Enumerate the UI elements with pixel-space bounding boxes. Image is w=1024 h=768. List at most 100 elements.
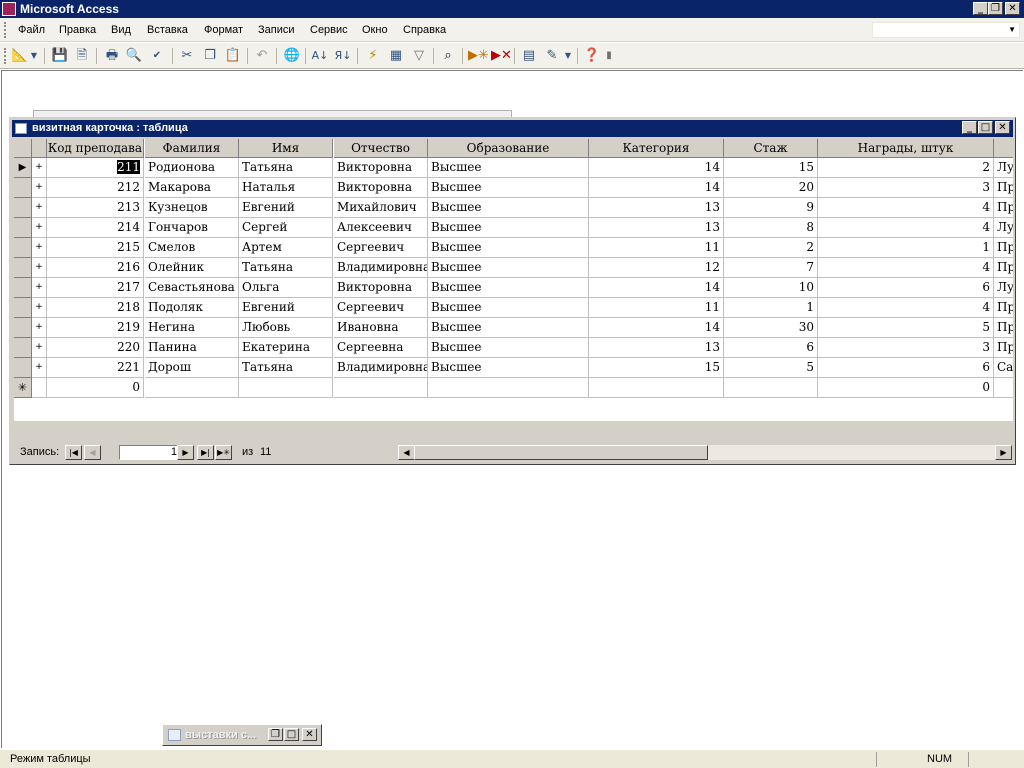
- cell-patronymic[interactable]: Сергеевич: [334, 298, 428, 318]
- record-selector[interactable]: [14, 178, 32, 198]
- cell-education[interactable]: Высшее: [428, 158, 589, 178]
- expand-row-icon[interactable]: +: [32, 238, 47, 258]
- record-selector[interactable]: [14, 298, 32, 318]
- new-row-cell-education[interactable]: [428, 378, 589, 398]
- cell-code[interactable]: 221: [47, 358, 144, 378]
- first-record-button[interactable]: |◀: [65, 445, 82, 460]
- menu-view[interactable]: Вид: [111, 24, 131, 37]
- menu-window[interactable]: Окно: [362, 24, 388, 37]
- menu-edit[interactable]: Правка: [59, 24, 96, 37]
- access-app-icon[interactable]: [2, 2, 16, 16]
- cell-education[interactable]: Высшее: [428, 218, 589, 238]
- cell-education[interactable]: Высшее: [428, 298, 589, 318]
- cell-education[interactable]: Высшее: [428, 278, 589, 298]
- new-row-cell-experience[interactable]: [724, 378, 818, 398]
- toolbar-grip[interactable]: [4, 48, 9, 64]
- record-selector[interactable]: [14, 258, 32, 278]
- cell-awards[interactable]: 1: [818, 238, 994, 258]
- cell-name[interactable]: Сергей: [239, 218, 333, 238]
- expand-row-icon[interactable]: +: [32, 278, 47, 298]
- restore-window-button[interactable]: ❐: [268, 728, 283, 741]
- cell-code[interactable]: 215: [47, 238, 144, 258]
- apply-filter-icon[interactable]: ▽: [410, 47, 428, 65]
- column-header-education[interactable]: Образование: [428, 139, 589, 158]
- cell-category[interactable]: 13: [589, 218, 724, 238]
- cell-extra[interactable]: Пр: [994, 178, 1013, 198]
- cell-category[interactable]: 14: [589, 178, 724, 198]
- cell-experience[interactable]: 30: [724, 318, 818, 338]
- cell-category[interactable]: 14: [589, 158, 724, 178]
- cell-experience[interactable]: 15: [724, 158, 818, 178]
- help-question-box[interactable]: ▼: [872, 22, 1020, 38]
- expand-row-icon[interactable]: +: [32, 338, 47, 358]
- horizontal-scrollbar[interactable]: ◀ ▶: [398, 445, 1012, 460]
- column-header-code[interactable]: Код преподава: [47, 139, 144, 158]
- expand-row-icon[interactable]: +: [32, 178, 47, 198]
- record-selector[interactable]: [14, 278, 32, 298]
- cut-icon[interactable]: ✂: [178, 47, 196, 65]
- maximize-window-button[interactable]: □: [284, 728, 299, 741]
- toolbar-options-icon[interactable]: ▮: [604, 47, 614, 65]
- cell-education[interactable]: Высшее: [428, 338, 589, 358]
- cell-code[interactable]: 216: [47, 258, 144, 278]
- cell-patronymic[interactable]: Сергеевна: [334, 338, 428, 358]
- column-header-awards[interactable]: Награды, штук: [818, 139, 994, 158]
- cell-category[interactable]: 13: [589, 198, 724, 218]
- cell-patronymic[interactable]: Викторовна: [334, 178, 428, 198]
- expand-row-icon[interactable]: +: [32, 318, 47, 338]
- new-record-nav-button[interactable]: ▶✳: [215, 445, 232, 460]
- cell-education[interactable]: Высшее: [428, 178, 589, 198]
- cell-surname[interactable]: Панина: [145, 338, 239, 358]
- record-selector[interactable]: [14, 198, 32, 218]
- record-selector[interactable]: [14, 358, 32, 378]
- new-object-dropdown-icon[interactable]: ▼: [563, 47, 573, 65]
- cell-name[interactable]: Артем: [239, 238, 333, 258]
- column-header-name[interactable]: Имя: [239, 139, 333, 158]
- cell-awards[interactable]: 6: [818, 358, 994, 378]
- cell-awards[interactable]: 5: [818, 318, 994, 338]
- cell-education[interactable]: Высшее: [428, 318, 589, 338]
- cell-experience[interactable]: 2: [724, 238, 818, 258]
- cell-name[interactable]: Ольга: [239, 278, 333, 298]
- last-record-button[interactable]: ▶|: [197, 445, 214, 460]
- hyperlink-icon[interactable]: 🌐: [283, 47, 301, 65]
- cell-code[interactable]: 212: [47, 178, 144, 198]
- cell-surname[interactable]: Макарова: [145, 178, 239, 198]
- column-header-patronymic[interactable]: Отчество: [334, 139, 428, 158]
- cell-extra[interactable]: Пр: [994, 338, 1013, 358]
- cell-extra[interactable]: Пр: [994, 298, 1013, 318]
- filter-by-selection-icon[interactable]: ⚡: [364, 47, 382, 65]
- minimized-window[interactable]: выставки с... ❐ □ ✕: [162, 724, 322, 746]
- menu-tools[interactable]: Сервис: [310, 24, 348, 37]
- minimize-table-button[interactable]: _: [962, 121, 977, 134]
- cell-experience[interactable]: 6: [724, 338, 818, 358]
- cell-awards[interactable]: 3: [818, 338, 994, 358]
- cell-experience[interactable]: 9: [724, 198, 818, 218]
- cell-code[interactable]: 219: [47, 318, 144, 338]
- new-row-cell-extra[interactable]: [994, 378, 1013, 398]
- menu-format[interactable]: Формат: [204, 24, 243, 37]
- new-row-cell-awards[interactable]: 0: [818, 378, 994, 398]
- cell-name[interactable]: Евгений: [239, 198, 333, 218]
- minimize-app-button[interactable]: _: [973, 2, 988, 15]
- menu-help[interactable]: Справка: [403, 24, 446, 37]
- paste-icon[interactable]: 📋: [224, 47, 242, 65]
- cell-patronymic[interactable]: Михайлович: [334, 198, 428, 218]
- expand-row-icon[interactable]: +: [32, 358, 47, 378]
- menu-file[interactable]: Файл: [18, 24, 45, 37]
- design-view-icon[interactable]: 📐: [11, 47, 29, 65]
- cell-extra[interactable]: Лу: [994, 158, 1013, 178]
- expand-row-icon[interactable]: +: [32, 258, 47, 278]
- column-header-experience[interactable]: Стаж: [724, 139, 818, 158]
- delete-record-icon[interactable]: ▶✕: [491, 47, 512, 65]
- column-header-extra[interactable]: [994, 139, 1013, 158]
- previous-record-button[interactable]: ◀: [84, 445, 101, 460]
- find-icon[interactable]: ⌕: [439, 47, 457, 65]
- cell-experience[interactable]: 20: [724, 178, 818, 198]
- expand-row-icon[interactable]: +: [32, 298, 47, 318]
- cell-surname[interactable]: Родионова: [145, 158, 239, 178]
- new-row-cell-name[interactable]: [239, 378, 333, 398]
- cell-patronymic[interactable]: Владимировна: [334, 258, 428, 278]
- cell-code[interactable]: 218: [47, 298, 144, 318]
- cell-code[interactable]: 217: [47, 278, 144, 298]
